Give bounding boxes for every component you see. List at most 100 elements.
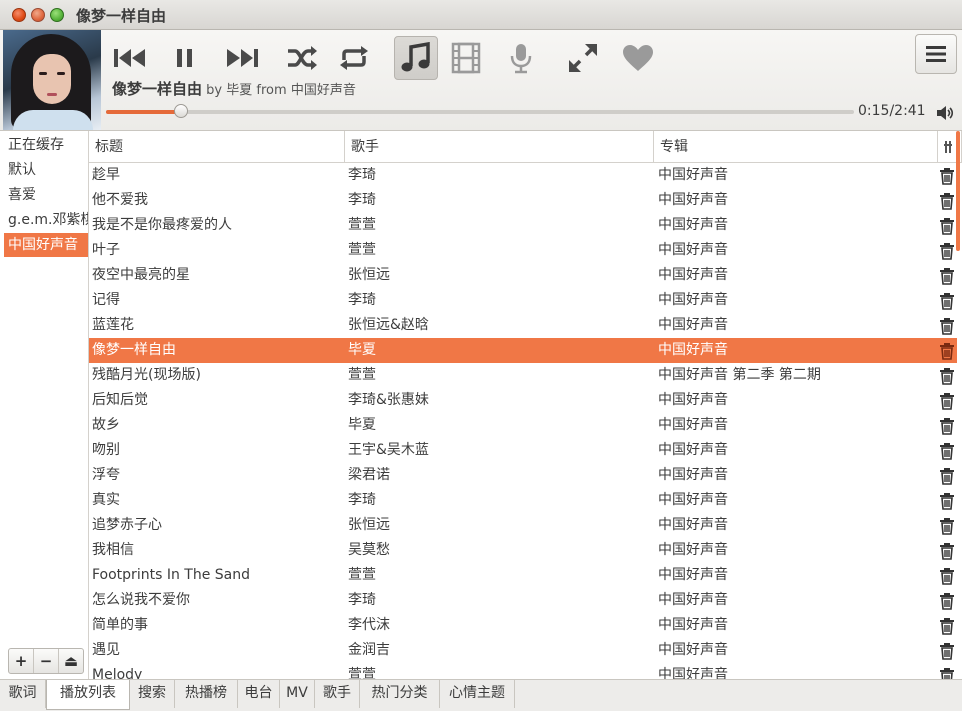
tab-item[interactable]: MV: [280, 680, 315, 708]
delete-song-button[interactable]: [938, 367, 956, 385]
tab-item[interactable]: 歌词: [0, 680, 46, 708]
favorite-button[interactable]: [618, 38, 658, 78]
delete-song-button[interactable]: [938, 217, 956, 235]
progress-bar[interactable]: [106, 104, 854, 118]
table-scrollbar[interactable]: [956, 131, 960, 251]
volume-button[interactable]: [935, 104, 955, 126]
sidebar-item[interactable]: g.e.m.邓紫棋: [4, 208, 88, 232]
pause-button[interactable]: [165, 38, 205, 78]
progress-knob[interactable]: [173, 104, 188, 118]
repeat-button[interactable]: [334, 38, 374, 78]
menu-button[interactable]: [915, 34, 957, 74]
delete-song-button[interactable]: [938, 317, 956, 335]
song-title-cell: 浮夸: [92, 467, 120, 483]
tab-item[interactable]: 搜索: [130, 680, 175, 708]
table-row[interactable]: 残酷月光(现场版) 萱萱 中国好声音 第二季 第二期: [89, 363, 957, 388]
table-row[interactable]: 简单的事 李代沫 中国好声音: [89, 613, 957, 638]
lyrics-mode-button[interactable]: [394, 36, 438, 80]
table-row[interactable]: 像梦一样自由 毕夏 中国好声音: [89, 338, 957, 363]
delete-song-button[interactable]: [938, 192, 956, 210]
delete-song-button[interactable]: [938, 492, 956, 510]
table-row[interactable]: 吻别 王宇&吴木蓝 中国好声音: [89, 438, 957, 463]
table-row[interactable]: 夜空中最亮的星 张恒远 中国好声音: [89, 263, 957, 288]
tab-item[interactable]: 歌手: [315, 680, 360, 708]
window-close-button[interactable]: [12, 8, 26, 22]
tab-item[interactable]: 心情主题: [440, 680, 515, 708]
song-artist-cell: 梁君诺: [348, 467, 390, 483]
trash-icon: [940, 368, 954, 385]
sidebar-item[interactable]: 正在缓存: [4, 133, 88, 157]
fullscreen-button[interactable]: [563, 38, 603, 78]
table-row[interactable]: 趁早 李琦 中国好声音: [89, 163, 957, 188]
tab-item[interactable]: 电台: [238, 680, 280, 708]
column-header-album[interactable]: 专辑: [654, 131, 938, 163]
table-row[interactable]: 真实 李琦 中国好声音: [89, 488, 957, 513]
tab-item[interactable]: 播放列表: [46, 680, 130, 710]
remove-playlist-button[interactable]: −: [34, 649, 59, 673]
table-row[interactable]: Melody 萱萱 中国好声音: [89, 663, 957, 679]
table-row[interactable]: 记得 李琦 中国好声音: [89, 288, 957, 313]
column-header-artist[interactable]: 歌手: [345, 131, 654, 163]
sidebar-item[interactable]: 默认: [4, 158, 88, 182]
table-row[interactable]: 故乡 毕夏 中国好声音: [89, 413, 957, 438]
delete-song-button[interactable]: [938, 642, 956, 660]
table-row[interactable]: 蓝莲花 张恒远&赵晗 中国好声音: [89, 313, 957, 338]
delete-song-button[interactable]: [938, 442, 956, 460]
table-row[interactable]: 后知后觉 李琦&张惠妹 中国好声音: [89, 388, 957, 413]
delete-song-button[interactable]: [938, 417, 956, 435]
table-row[interactable]: 浮夸 梁君诺 中国好声音: [89, 463, 957, 488]
previous-button[interactable]: [110, 38, 150, 78]
volume-icon: [937, 106, 954, 120]
shuffle-button[interactable]: [282, 38, 322, 78]
table-row[interactable]: 我相信 吴莫愁 中国好声音: [89, 538, 957, 563]
column-header-title[interactable]: 标题: [89, 131, 345, 163]
song-title-cell: 怎么说我不爱你: [92, 592, 190, 608]
sidebar-item[interactable]: 中国好声音: [4, 233, 88, 257]
song-album-cell: 中国好声音: [658, 192, 728, 208]
table-row[interactable]: 遇见 金润吉 中国好声音: [89, 638, 957, 663]
delete-song-button[interactable]: [938, 667, 956, 679]
delete-song-button[interactable]: [938, 267, 956, 285]
tab-item[interactable]: 热播榜: [175, 680, 238, 708]
window-maximize-button[interactable]: [50, 8, 64, 22]
table-row[interactable]: Footprints In The Sand 萱萱 中国好声音: [89, 563, 957, 588]
delete-song-button[interactable]: [938, 242, 956, 260]
window-minimize-button[interactable]: [31, 8, 45, 22]
delete-song-button[interactable]: [938, 342, 956, 360]
delete-song-button[interactable]: [938, 617, 956, 635]
song-title-cell: 叶子: [92, 242, 120, 258]
eject-button[interactable]: ⏏: [59, 649, 83, 673]
delete-song-button[interactable]: [938, 542, 956, 560]
song-artist-cell: 王宇&吴木蓝: [348, 442, 429, 458]
delete-song-button[interactable]: [938, 517, 956, 535]
song-artist-cell: 李琦: [348, 192, 376, 208]
delete-song-button[interactable]: [938, 567, 956, 585]
window-title: 像梦一样自由: [76, 7, 167, 25]
album-cover[interactable]: [3, 30, 101, 130]
repeat-icon: [340, 46, 368, 70]
song-album-cell: 中国好声音: [658, 467, 728, 483]
heart-icon: [623, 45, 653, 71]
sidebar-item[interactable]: 喜爱: [4, 183, 88, 207]
table-row[interactable]: 他不爱我 李琦 中国好声音: [89, 188, 957, 213]
mv-mode-button[interactable]: [446, 38, 486, 78]
delete-song-button[interactable]: [938, 292, 956, 310]
tab-item[interactable]: 热门分类: [360, 680, 440, 708]
table-row[interactable]: 叶子 萱萱 中国好声音: [89, 238, 957, 263]
microphone-icon: [510, 44, 532, 74]
song-album-cell: 中国好声音: [658, 542, 728, 558]
add-playlist-button[interactable]: +: [9, 649, 34, 673]
delete-song-button[interactable]: [938, 392, 956, 410]
mic-mode-button[interactable]: [501, 38, 541, 78]
delete-song-button[interactable]: [938, 167, 956, 185]
table-row[interactable]: 我是不是你最疼爱的人 萱萱 中国好声音: [89, 213, 957, 238]
delete-song-button[interactable]: [938, 592, 956, 610]
song-artist-cell: 张恒远: [348, 517, 390, 533]
delete-song-button[interactable]: [938, 467, 956, 485]
song-title-cell: 真实: [92, 492, 120, 508]
song-table: 标题 歌手 专辑 趁早 李琦 中国好声音 他不爱我 李琦 中国好声音 我是不是你最疼爱的人萱…: [89, 131, 962, 679]
song-title-cell: Melody: [92, 667, 143, 679]
next-button[interactable]: [222, 38, 262, 78]
table-row[interactable]: 怎么说我不爱你 李琦 中国好声音: [89, 588, 957, 613]
table-row[interactable]: 追梦赤子心 张恒远 中国好声音: [89, 513, 957, 538]
